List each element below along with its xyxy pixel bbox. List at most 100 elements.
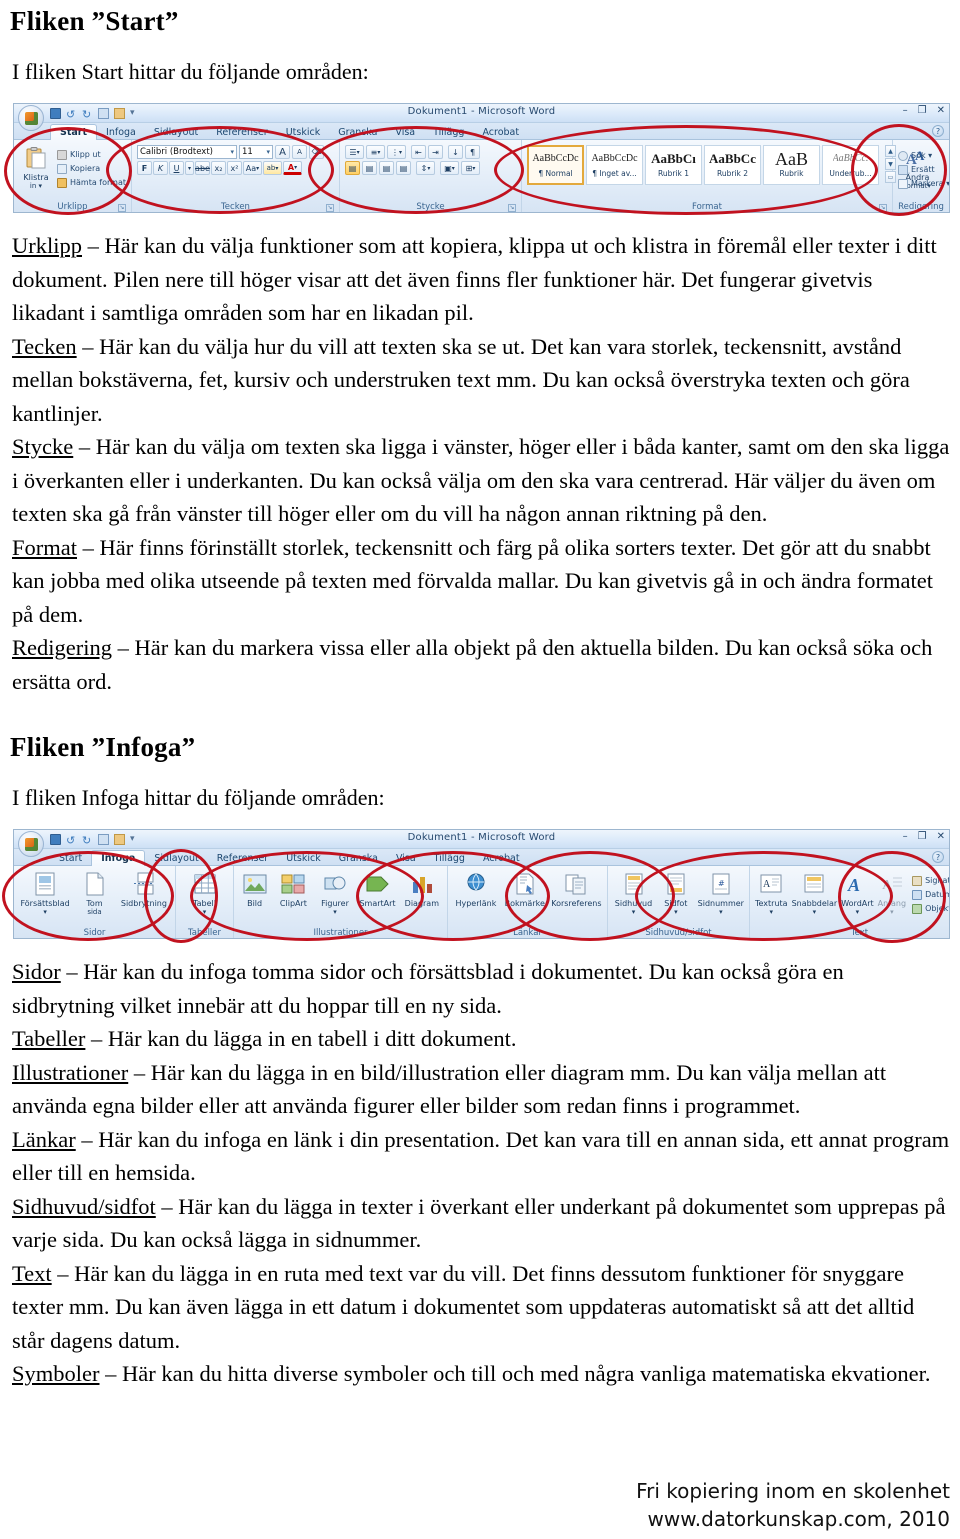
header-button[interactable]: Sidhuvud ▾ bbox=[613, 871, 654, 917]
subscript-button[interactable]: x₂ bbox=[211, 161, 226, 175]
numbering-icon[interactable]: ≡ ▾ bbox=[366, 145, 385, 159]
shading-icon[interactable]: ▣ ▾ bbox=[440, 161, 459, 175]
tab-sidlayout[interactable]: Sidlayout bbox=[145, 851, 207, 866]
font-name-combo[interactable]: Calibri (Brodtext) ▾ bbox=[137, 145, 237, 159]
ribbon-tabbar-infoga[interactable]: Start Infoga Sidlayout Referenser Utskic… bbox=[14, 849, 949, 866]
page-break-button[interactable]: Sidbrytning bbox=[118, 871, 170, 908]
tab-granska[interactable]: Granska bbox=[330, 851, 387, 866]
bullets-icon[interactable]: ☰ ▾ bbox=[345, 145, 364, 159]
minimize-icon[interactable]: – bbox=[903, 105, 908, 116]
dialog-launcher-icon[interactable]: ↘ bbox=[879, 204, 887, 212]
ribbon-tabbar-start[interactable]: Start Infoga Sidlayout Referenser Utskic… bbox=[14, 123, 949, 140]
window-controls[interactable]: – ❐ ✕ bbox=[903, 105, 945, 116]
chevron-down-icon[interactable]: ▾ bbox=[792, 908, 838, 917]
close-icon[interactable]: ✕ bbox=[937, 831, 945, 842]
chart-button[interactable]: Diagram bbox=[402, 871, 442, 908]
replace-button[interactable]: Ersätt bbox=[898, 163, 949, 176]
office-button-icon[interactable] bbox=[18, 831, 44, 857]
underline-button[interactable]: U bbox=[169, 161, 184, 175]
shapes-button[interactable]: Figurer ▾ bbox=[317, 871, 354, 917]
find-button[interactable]: Sök ▾ bbox=[898, 149, 949, 162]
chevron-down-icon[interactable]: ▾ bbox=[615, 908, 652, 917]
chevron-down-icon[interactable]: ▾ bbox=[39, 182, 43, 190]
chevron-down-icon[interactable]: ▾ bbox=[321, 908, 349, 917]
tab-tillagg[interactable]: Tillägg bbox=[425, 851, 474, 866]
italic-button[interactable]: K bbox=[153, 161, 168, 175]
cover-page-button[interactable]: Försättsblad ▾ bbox=[19, 871, 71, 917]
chevron-down-icon[interactable]: ▾ bbox=[230, 148, 234, 156]
chevron-down-icon[interactable]: ▾ bbox=[664, 908, 687, 917]
help-icon[interactable]: ? bbox=[932, 125, 944, 137]
dropcap-button[interactable]: A Anfang ▾ bbox=[878, 871, 906, 917]
sort-icon[interactable]: ↓ bbox=[448, 145, 463, 159]
chevron-down-icon[interactable]: ▾ bbox=[20, 908, 69, 917]
tab-visa[interactable]: Visa bbox=[386, 125, 424, 140]
tab-referenser[interactable]: Referenser bbox=[207, 125, 276, 140]
page-number-button[interactable]: # Sidnummer ▾ bbox=[698, 871, 744, 917]
align-center-icon[interactable]: ▤ bbox=[362, 161, 377, 175]
chevron-down-icon[interactable]: ▾ bbox=[755, 908, 788, 917]
dialog-launcher-icon[interactable]: ↘ bbox=[508, 204, 516, 212]
grow-font-button[interactable]: A bbox=[275, 145, 290, 159]
close-icon[interactable]: ✕ bbox=[937, 105, 945, 116]
bold-button[interactable]: F bbox=[137, 161, 152, 175]
underline-dropdown[interactable]: ▾ bbox=[185, 161, 194, 175]
tab-sidlayout[interactable]: Sidlayout bbox=[145, 125, 207, 140]
style-rubrik-1[interactable]: AaBbCı Rubrik 1 bbox=[645, 145, 702, 185]
table-button[interactable]: Tabell ▾ bbox=[181, 871, 228, 917]
wordart-button[interactable]: A WordArt ▾ bbox=[841, 871, 873, 917]
shrink-font-button[interactable]: A bbox=[292, 145, 307, 159]
style-normal[interactable]: AaBbCcDc ¶ Normal bbox=[527, 145, 584, 185]
font-size-combo[interactable]: 11 ▾ bbox=[239, 145, 273, 159]
strikethrough-button[interactable]: abe bbox=[195, 161, 210, 175]
hyperlink-button[interactable]: Hyperlänk bbox=[453, 871, 499, 908]
align-left-icon[interactable]: ▤ bbox=[345, 161, 360, 175]
date-time-button[interactable]: Datum och tid bbox=[912, 888, 949, 901]
dialog-launcher-icon[interactable]: ↘ bbox=[326, 204, 334, 212]
chevron-down-icon[interactable]: ▾ bbox=[193, 908, 216, 917]
tab-utskick[interactable]: Utskick bbox=[277, 125, 330, 140]
borders-icon[interactable]: ⊞ ▾ bbox=[461, 161, 480, 175]
cut-button[interactable]: Klipp ut bbox=[57, 148, 126, 161]
line-spacing-icon[interactable]: ⇕ ▾ bbox=[416, 161, 435, 175]
tab-acrobat[interactable]: Acrobat bbox=[474, 851, 529, 866]
format-painter-button[interactable]: Hämta format bbox=[57, 176, 126, 189]
copy-button[interactable]: Kopiera bbox=[57, 162, 126, 175]
bookmark-button[interactable]: Bokmärke bbox=[503, 871, 547, 908]
chevron-down-icon[interactable]: ▾ bbox=[698, 908, 744, 917]
justify-icon[interactable]: ▤ bbox=[396, 161, 411, 175]
tab-tillagg[interactable]: Tillägg bbox=[424, 125, 473, 140]
minimize-icon[interactable]: – bbox=[903, 831, 908, 842]
paste-button[interactable]: Klistra in ▾ bbox=[19, 145, 53, 191]
style-rubrik-2[interactable]: AaBbCc Rubrik 2 bbox=[704, 145, 761, 185]
font-color-button[interactable]: A ▾ bbox=[283, 161, 302, 175]
tab-granska[interactable]: Granska bbox=[329, 125, 386, 140]
text-highlight-button[interactable]: ab ▾ bbox=[263, 161, 282, 175]
multilevel-icon[interactable]: ⋮ ▾ bbox=[387, 145, 406, 159]
show-marks-icon[interactable]: ¶ bbox=[465, 145, 480, 159]
office-button-icon[interactable] bbox=[18, 105, 44, 131]
select-button[interactable]: Markera ▾ bbox=[898, 177, 949, 190]
change-case-button[interactable]: Aa ▾ bbox=[243, 161, 262, 175]
dialog-launcher-icon[interactable]: ↘ bbox=[118, 204, 126, 212]
style-underrubrik[interactable]: AaBbCc. Underrub... bbox=[822, 145, 879, 185]
style-no-spacing[interactable]: AaBbCcDc ¶ Inget av... bbox=[586, 145, 643, 185]
quickparts-button[interactable]: Snabbdelar ▾ bbox=[792, 871, 838, 917]
crossreference-button[interactable]: Korsreferens bbox=[551, 871, 602, 908]
chevron-down-icon[interactable]: ▾ bbox=[266, 148, 270, 156]
increase-indent-icon[interactable]: ⇥ bbox=[428, 145, 443, 159]
object-button[interactable]: Objekt ▾ bbox=[912, 902, 949, 915]
superscript-button[interactable]: x² bbox=[227, 161, 242, 175]
signature-line-button[interactable]: Signaturrad ▾ bbox=[912, 874, 949, 887]
tab-utskick[interactable]: Utskick bbox=[277, 851, 330, 866]
tab-start[interactable]: Start bbox=[50, 851, 91, 866]
window-controls[interactable]: – ❐ ✕ bbox=[903, 831, 945, 842]
footer-button[interactable]: Sidfot ▾ bbox=[658, 871, 694, 917]
maximize-icon[interactable]: ❐ bbox=[918, 105, 927, 116]
style-rubrik[interactable]: AaB Rubrik bbox=[763, 145, 820, 185]
tab-start[interactable]: Start bbox=[50, 124, 98, 140]
tab-referenser[interactable]: Referenser bbox=[208, 851, 277, 866]
picture-button[interactable]: Bild bbox=[239, 871, 270, 908]
smartart-button[interactable]: SmartArt bbox=[357, 871, 397, 908]
maximize-icon[interactable]: ❐ bbox=[918, 831, 927, 842]
